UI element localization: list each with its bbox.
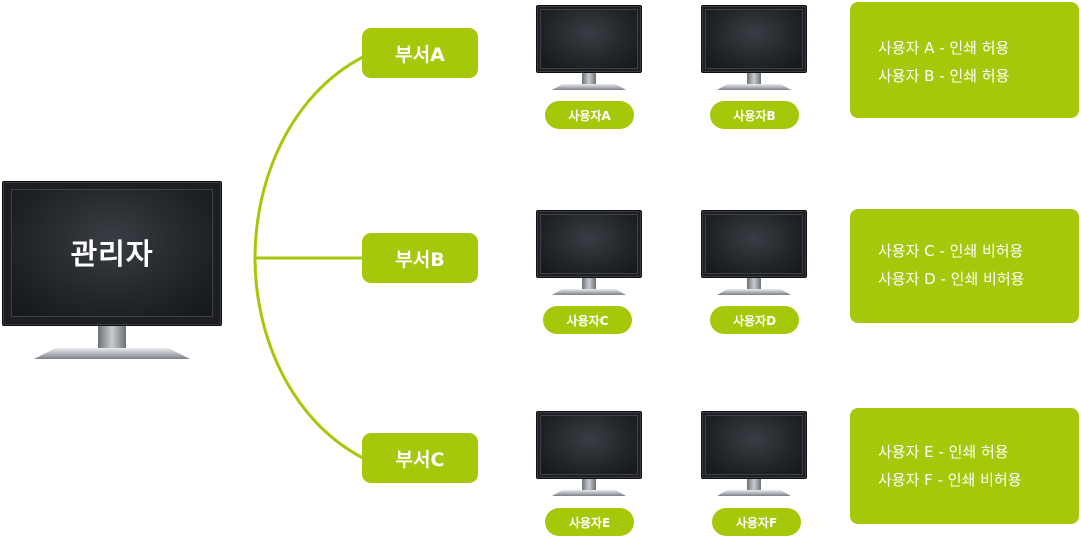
monitor-base bbox=[34, 348, 190, 359]
admin-label: 관리자 bbox=[70, 237, 154, 271]
monitor-screen bbox=[705, 415, 803, 475]
monitor-neck bbox=[582, 479, 596, 491]
monitor-neck bbox=[747, 479, 761, 491]
monitor-screen bbox=[705, 9, 803, 69]
user-c-monitor bbox=[536, 210, 642, 296]
permission-line: 사용자 B - 인쇄 허용 bbox=[878, 67, 1010, 85]
user-c-label: 사용자C bbox=[543, 306, 632, 334]
permission-line: 사용자 D - 인쇄 비허용 bbox=[878, 270, 1025, 288]
user-e-label: 사용자E bbox=[545, 508, 634, 536]
admin-monitor: 관리자 bbox=[2, 181, 222, 361]
permission-line: 사용자 C - 인쇄 비허용 bbox=[878, 242, 1024, 260]
monitor-neck bbox=[582, 278, 596, 290]
monitor-base bbox=[717, 490, 791, 496]
user-a-label: 사용자A bbox=[545, 101, 634, 129]
dept-b-badge: 부서B bbox=[362, 233, 478, 283]
permission-box-a: 사용자 A - 인쇄 허용 사용자 B - 인쇄 허용 bbox=[850, 2, 1079, 118]
monitor-base bbox=[552, 490, 626, 496]
permission-box-c: 사용자 E - 인쇄 허용 사용자 F - 인쇄 비허용 bbox=[850, 408, 1079, 524]
connector-to-dept-a bbox=[253, 55, 364, 259]
monitor-neck bbox=[98, 326, 126, 350]
monitor-base bbox=[552, 84, 626, 90]
user-b-monitor bbox=[701, 5, 807, 91]
monitor-neck bbox=[582, 73, 596, 85]
user-d-label: 사용자D bbox=[710, 306, 799, 334]
dept-a-badge: 부서A bbox=[362, 28, 478, 78]
permission-box-b: 사용자 C - 인쇄 비허용 사용자 D - 인쇄 비허용 bbox=[850, 209, 1079, 323]
user-b-label: 사용자B bbox=[710, 101, 799, 129]
monitor-neck bbox=[747, 278, 761, 290]
user-f-label: 사용자F bbox=[712, 508, 801, 536]
monitor-neck bbox=[747, 73, 761, 85]
permission-line: 사용자 A - 인쇄 허용 bbox=[878, 39, 1010, 57]
user-d-monitor bbox=[701, 210, 807, 296]
monitor-base bbox=[717, 84, 791, 90]
monitor-screen bbox=[540, 415, 638, 475]
connector-to-dept-c bbox=[253, 257, 364, 460]
permission-line: 사용자 F - 인쇄 비허용 bbox=[878, 471, 1022, 489]
monitor-base bbox=[552, 289, 626, 295]
user-a-monitor bbox=[536, 5, 642, 91]
monitor-screen bbox=[540, 214, 638, 274]
user-e-monitor bbox=[536, 411, 642, 497]
dept-c-badge: 부서C bbox=[362, 433, 478, 483]
monitor-base bbox=[717, 289, 791, 295]
permission-line: 사용자 E - 인쇄 허용 bbox=[878, 443, 1009, 461]
monitor-screen bbox=[705, 214, 803, 274]
monitor-screen bbox=[540, 9, 638, 69]
user-f-monitor bbox=[701, 411, 807, 497]
